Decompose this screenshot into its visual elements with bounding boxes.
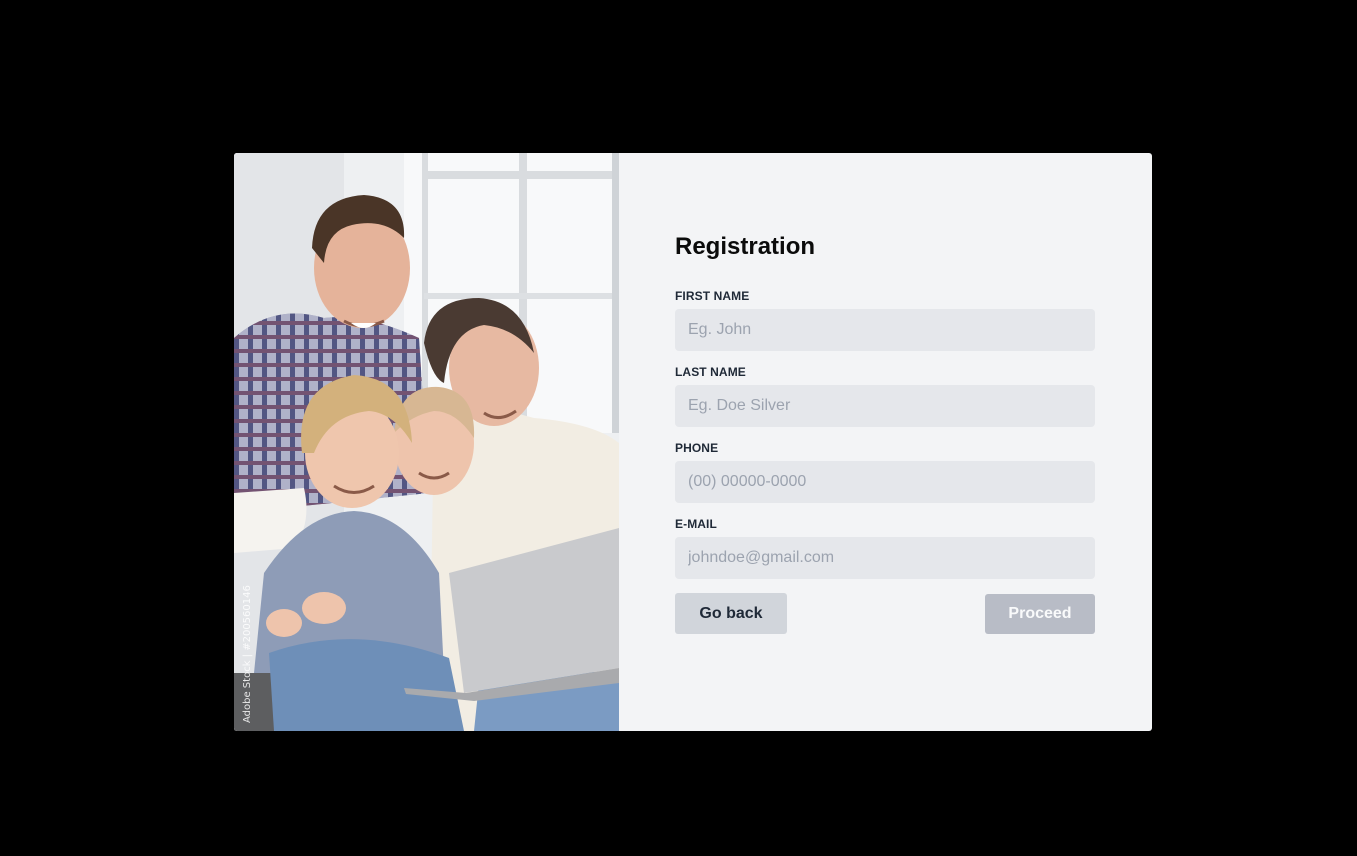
proceed-button[interactable]: Proceed	[985, 594, 1095, 634]
first-name-label: FIRST NAME	[675, 289, 750, 303]
page-title: Registration	[675, 233, 816, 260]
phone-group: PHONE	[675, 441, 1095, 503]
registration-form: Registration FIRST NAME LAST NAME PHONE …	[619, 153, 1152, 731]
registration-card: Adobe Stock | #200560146 Registration FI…	[234, 153, 1152, 731]
last-name-field[interactable]	[675, 385, 1095, 427]
last-name-group: LAST NAME	[675, 365, 1095, 427]
family-photo-illustration	[234, 153, 619, 731]
family-photo: Adobe Stock | #200560146	[234, 153, 619, 731]
email-group: E-MAIL	[675, 517, 1095, 579]
form-actions: Go back Proceed	[675, 593, 1095, 634]
photo-watermark: Adobe Stock | #200560146	[242, 585, 253, 723]
phone-label: PHONE	[675, 441, 719, 455]
first-name-field[interactable]	[675, 309, 1095, 351]
email-field[interactable]	[675, 537, 1095, 579]
email-label: E-MAIL	[675, 517, 717, 531]
phone-field[interactable]	[675, 461, 1095, 503]
last-name-label: LAST NAME	[675, 365, 746, 379]
first-name-group: FIRST NAME	[675, 289, 1095, 351]
go-back-button[interactable]: Go back	[675, 593, 787, 634]
